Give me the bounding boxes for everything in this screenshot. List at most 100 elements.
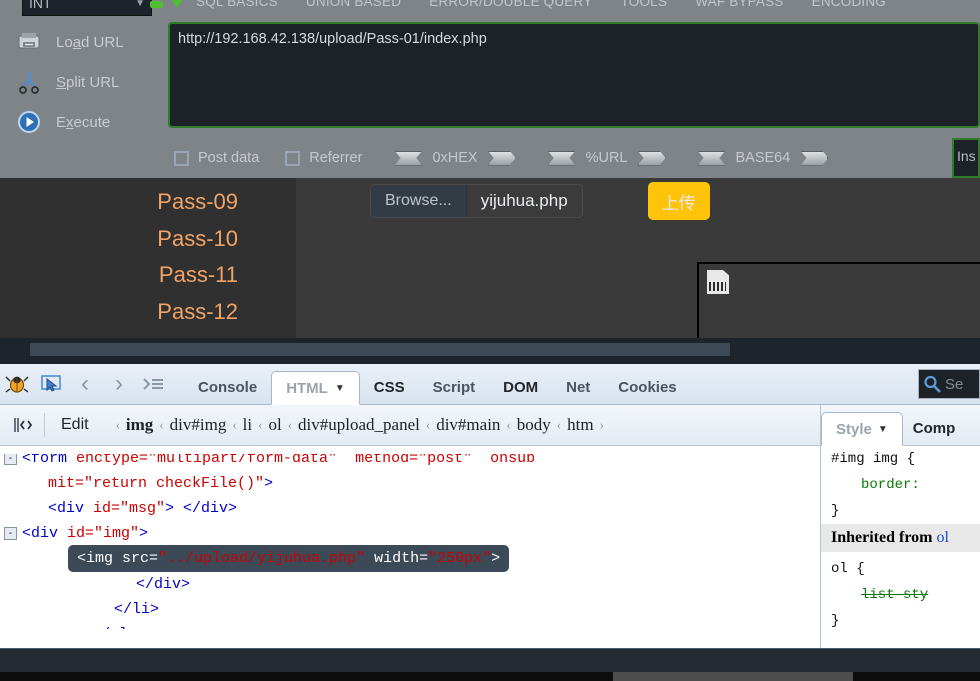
menu-union-based[interactable]: UNION BASED ▼ <box>306 0 411 9</box>
injection-type-select[interactable]: INT ▼ <box>22 0 152 16</box>
html-line[interactable]: - <div id="img"> <box>0 521 820 546</box>
html-line[interactable]: </div> <box>0 572 820 597</box>
execute-icon <box>16 109 42 135</box>
minimize-icon[interactable] <box>150 1 163 8</box>
breadcrumb-item-li[interactable]: li <box>242 415 253 435</box>
pass-link-09[interactable]: Pass-09 <box>0 184 238 221</box>
forward-arrow-icon[interactable]: › <box>102 363 136 404</box>
upload-form-row: Browse... yijuhua.php 上传 <box>370 182 710 220</box>
taskbar-strip <box>0 672 980 681</box>
encode-arrow-icon[interactable] <box>487 150 516 166</box>
taskbar-item[interactable] <box>613 672 853 681</box>
tab-script[interactable]: Script <box>419 370 490 404</box>
split-url-button[interactable]: Split URL <box>8 62 158 102</box>
browse-button[interactable]: Browse... <box>371 185 467 217</box>
html-line[interactable]: </li> <box>0 597 820 622</box>
breadcrumb-item-html[interactable]: htm <box>566 415 594 435</box>
inspect-element-icon[interactable] <box>34 363 68 404</box>
chevron-down-icon: ▼ <box>787 0 794 2</box>
html-token: "msg" <box>120 500 166 517</box>
broken-image-icon <box>707 270 729 294</box>
css-property[interactable]: list-sty <box>831 582 928 608</box>
collapse-toggle-icon[interactable]: - <box>4 526 17 540</box>
tab-cookies[interactable]: Cookies <box>604 370 690 404</box>
scrollbar-thumb[interactable] <box>30 343 730 356</box>
html-line[interactable]: </ol> <box>0 622 820 629</box>
menu-encoding[interactable]: ENCODING ▼ <box>812 0 897 9</box>
execute-button[interactable]: Execute <box>8 102 158 142</box>
tab-net[interactable]: Net <box>552 370 604 404</box>
edit-button[interactable]: Edit <box>44 413 105 437</box>
encoder-hex-label: 0xHEX <box>432 150 478 166</box>
encode-arrow-icon[interactable] <box>800 150 829 166</box>
html-selected-line[interactable]: <img src="../upload/yijuhua.php" width="… <box>68 545 510 572</box>
panel-list-icon[interactable] <box>136 363 170 404</box>
encoder-base64[interactable]: BASE64 <box>697 150 829 166</box>
chevron-down-icon: ▼ <box>135 0 145 9</box>
post-data-label: Post data <box>198 150 260 166</box>
encode-arrow-icon[interactable] <box>637 150 666 166</box>
breadcrumb-item-body[interactable]: body <box>516 415 552 435</box>
menu-sql-basics[interactable]: SQL BASICS ▼ <box>196 0 288 9</box>
tab-style[interactable]: Style ▼ <box>821 412 903 446</box>
breadcrumb-separator: ‹ <box>258 417 263 432</box>
search-input[interactable]: Se <box>918 369 980 399</box>
html-line[interactable]: <div id="msg"> </div> <box>0 496 820 521</box>
tab-computed[interactable]: Comp <box>903 411 970 445</box>
menu-tools[interactable]: TOOLS ▼ <box>621 0 678 9</box>
html-source-view[interactable]: - <form enctype="multipart/form-data" met… <box>0 446 820 629</box>
breadcrumb-item-upload-panel[interactable]: div#upload_panel <box>297 415 421 435</box>
breadcrumb-item-img[interactable]: img <box>125 415 154 435</box>
pass-link-12[interactable]: Pass-12 <box>0 294 238 331</box>
referrer-checkbox[interactable]: Referrer <box>285 150 362 166</box>
css-rule-close: } <box>831 503 840 519</box>
css-selector: ol { <box>831 561 865 577</box>
tab-dom[interactable]: DOM <box>489 370 552 404</box>
breadcrumb-separator: ‹ <box>159 417 164 432</box>
breadcrumb-item-div-img[interactable]: div#img <box>169 415 228 435</box>
shield-icon[interactable] <box>170 0 184 8</box>
encoder-hex[interactable]: 0xHEX <box>394 150 516 166</box>
menu-error-double-query[interactable]: ERROR/DOUBLE QUERY ▼ <box>429 0 602 9</box>
firebug-logo-icon[interactable] <box>0 363 34 404</box>
breadcrumb-item-ol[interactable]: ol <box>267 415 282 435</box>
chevron-down-icon: ▼ <box>877 423 888 435</box>
decode-arrow-icon[interactable] <box>697 150 726 166</box>
load-url-button[interactable]: Load URL <box>8 22 158 62</box>
page-horizontal-scrollbar[interactable] <box>0 338 980 364</box>
css-property[interactable]: border: <box>831 472 920 498</box>
html-token: "../upload/yijuhua.php" <box>158 550 366 567</box>
tab-css[interactable]: CSS <box>360 370 419 404</box>
file-input[interactable]: Browse... yijuhua.php <box>370 184 583 218</box>
breadcrumb-item-main[interactable]: div#main <box>435 415 501 435</box>
style-panel-tabs: Style ▼ Comp <box>821 405 980 446</box>
decode-arrow-icon[interactable] <box>394 150 423 166</box>
html-token: id= <box>67 525 95 542</box>
encoder-url[interactable]: %URL <box>547 150 666 166</box>
load-url-icon <box>16 29 42 55</box>
breadcrumb-separator: ‹ <box>115 417 120 432</box>
pass-link-10[interactable]: Pass-10 <box>0 221 238 258</box>
post-data-checkbox[interactable]: Post data <box>174 150 259 166</box>
upload-submit-button[interactable]: 上传 <box>647 182 710 220</box>
css-rule-close: } <box>831 613 840 629</box>
menu-waf-bypass[interactable]: WAF BYPASS ▼ <box>695 0 793 9</box>
chevron-down-icon: ▼ <box>281 0 288 2</box>
insert-string-input[interactable]: Ins <box>952 138 980 178</box>
code-view-icon[interactable] <box>0 405 44 445</box>
html-token: > </div> <box>165 500 238 517</box>
html-token: <div <box>22 525 68 542</box>
breadcrumb-overflow-icon[interactable]: › <box>595 417 609 433</box>
breadcrumb-path: ‹ img ‹ div#img ‹ li ‹ ol ‹ div#upload_p… <box>105 415 609 435</box>
decode-arrow-icon[interactable] <box>547 150 576 166</box>
breadcrumb-separator: ‹ <box>287 417 293 432</box>
pass-link-11[interactable]: Pass-11 <box>0 257 238 294</box>
uploaded-image-preview[interactable] <box>697 262 980 338</box>
html-line[interactable]: mit="return checkFile()"> <box>0 471 820 496</box>
tab-html[interactable]: HTML ▼ <box>271 371 360 405</box>
url-textarea[interactable]: http://192.168.42.138/upload/Pass-01/ind… <box>168 22 980 128</box>
inherited-element[interactable]: ol <box>936 529 948 546</box>
css-rules-list[interactable]: #img img { border: } Inherited from ol o… <box>821 446 980 648</box>
tab-console[interactable]: Console <box>184 370 271 404</box>
back-arrow-icon[interactable]: ‹ <box>68 363 102 404</box>
